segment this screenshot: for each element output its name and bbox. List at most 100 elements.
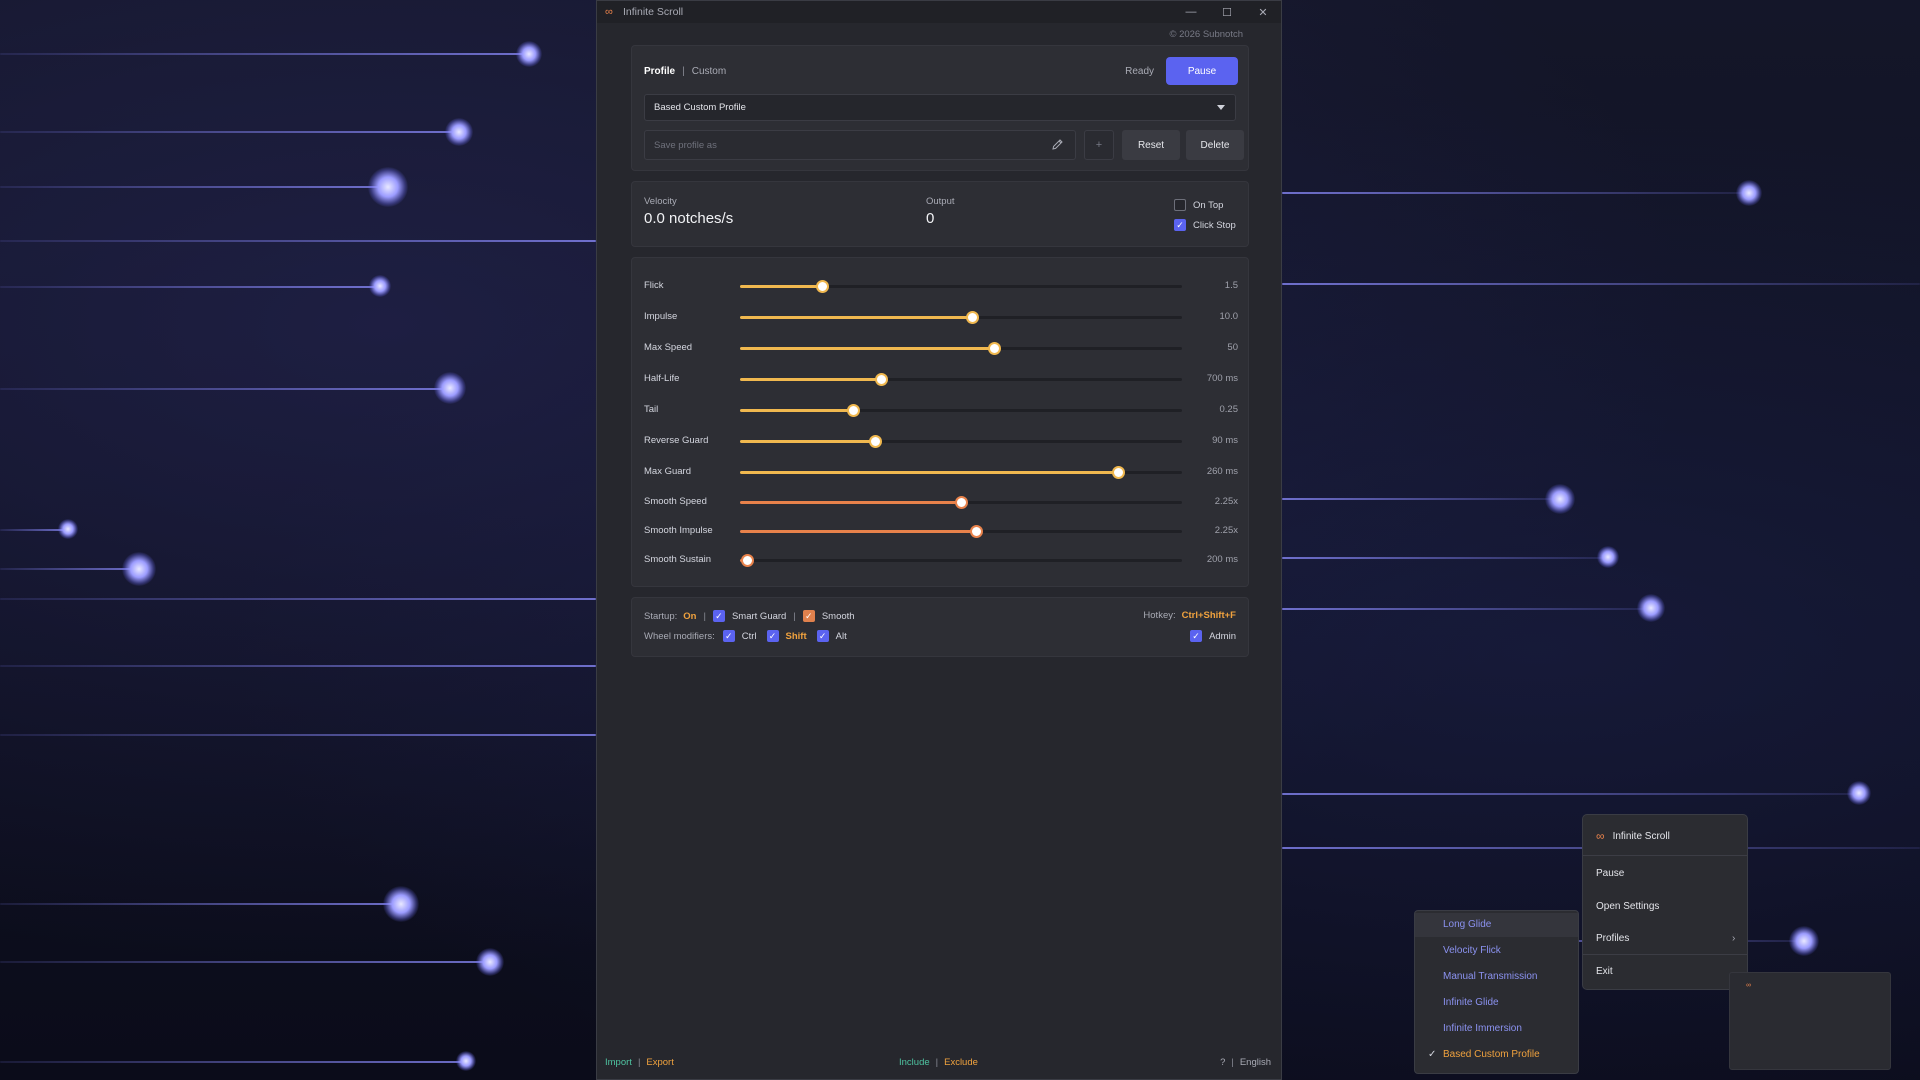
slider-track[interactable]	[740, 373, 1182, 386]
save-profile-placeholder: Save profile as	[654, 139, 717, 151]
pause-button[interactable]: Pause	[1166, 57, 1238, 85]
slider-label: Smooth Impulse	[644, 525, 713, 536]
infinity-icon: ∞	[605, 6, 613, 18]
include-link[interactable]: Include	[899, 1057, 930, 1068]
tray-context-menu: ∞ Infinite Scroll Pause Open Settings Pr…	[1582, 814, 1748, 990]
slider-thumb[interactable]	[740, 554, 754, 567]
alt-toggle[interactable]: ✓ Alt	[816, 630, 847, 642]
slider-value: 700 ms	[1206, 373, 1238, 384]
tray-item-profiles[interactable]: Profiles ›	[1596, 933, 1746, 944]
smart-guard-checkbox[interactable]: ✓	[712, 610, 725, 622]
slider-track[interactable]	[740, 280, 1182, 293]
close-button[interactable]: ✕	[1245, 1, 1281, 23]
slider-thumb[interactable]	[868, 435, 882, 448]
import-link[interactable]: Import	[605, 1057, 632, 1068]
slider-thumb[interactable]	[955, 496, 968, 509]
slider-value: 90 ms	[1212, 435, 1238, 446]
slider-track[interactable]	[740, 404, 1182, 417]
chevron-right-icon: ›	[1732, 933, 1736, 944]
slider-row-flick: Flick 1.5	[632, 274, 1250, 298]
hotkey-value[interactable]: Ctrl+Shift+F	[1182, 610, 1236, 621]
reset-button[interactable]: Reset	[1122, 130, 1180, 160]
window-title: Infinite Scroll	[623, 6, 684, 18]
footer: Import | Export Include | Exclude ? | En…	[605, 1057, 1271, 1068]
tray-item-open-settings[interactable]: Open Settings	[1596, 901, 1659, 912]
slider-track[interactable]	[740, 311, 1182, 324]
slider-row-max-speed: Max Speed 50	[632, 336, 1250, 360]
tray-app-icon[interactable]: ∞	[1746, 982, 1751, 989]
submenu-item-based-custom-profile[interactable]: ✓ Based Custom Profile	[1415, 1043, 1578, 1067]
slider-track[interactable]	[740, 342, 1182, 355]
save-profile-input[interactable]: Save profile as	[644, 130, 1076, 160]
click-stop-label: Click Stop	[1193, 219, 1236, 231]
slider-row-impulse: Impulse 10.0	[632, 305, 1250, 329]
smooth-checkbox[interactable]: ✓	[802, 610, 815, 622]
slider-thumb[interactable]	[815, 280, 829, 293]
profile-dropdown[interactable]: Based Custom Profile	[644, 94, 1236, 121]
smart-guard-label: Smart Guard	[731, 610, 787, 622]
on-top-toggle[interactable]: On Top	[1174, 199, 1223, 211]
submenu-item-velocity-flick[interactable]: Velocity Flick	[1415, 939, 1578, 963]
submenu-item-manual-transmission[interactable]: Manual Transmission	[1415, 965, 1578, 989]
maximize-button[interactable]: ☐	[1209, 1, 1245, 23]
submenu-item-long-glide[interactable]: Long Glide	[1415, 913, 1578, 937]
slider-thumb[interactable]	[988, 342, 1002, 355]
profile-dropdown-value: Based Custom Profile	[654, 102, 746, 113]
slider-track[interactable]	[740, 496, 1182, 509]
alt-checkbox[interactable]: ✓	[816, 630, 829, 642]
minimize-button[interactable]: —	[1173, 1, 1209, 23]
on-top-checkbox[interactable]	[1174, 199, 1186, 211]
infinity-icon: ∞	[1596, 829, 1605, 843]
language-link[interactable]: English	[1240, 1057, 1271, 1068]
slider-fill	[740, 501, 961, 504]
slider-label: Half-Life	[644, 373, 680, 384]
slider-value: 2.25x	[1214, 525, 1238, 536]
admin-toggle[interactable]: ✓ Admin	[1190, 630, 1236, 642]
checkmark-icon: ✓	[1428, 1049, 1437, 1060]
smart-guard-toggle[interactable]: ✓ Smart Guard	[712, 610, 787, 622]
status-text: Ready	[1125, 66, 1154, 77]
tray-item-pause[interactable]: Pause	[1596, 868, 1624, 879]
slider-label: Impulse	[644, 311, 678, 322]
tab-profile[interactable]: Profile	[644, 66, 675, 77]
click-stop-toggle[interactable]: ✓ Click Stop	[1174, 219, 1236, 231]
add-profile-button[interactable]: +	[1084, 130, 1114, 160]
slider-thumb[interactable]	[969, 525, 983, 538]
help-link[interactable]: ?	[1220, 1057, 1225, 1068]
pencil-icon[interactable]	[1051, 138, 1065, 152]
slider-track[interactable]	[740, 466, 1182, 479]
sliders-card: Flick 1.5 Impulse 10.0 Max Speed 50 Half-Life 7…	[631, 257, 1249, 587]
tab-custom[interactable]: Custom	[692, 66, 726, 77]
export-link[interactable]: Export	[646, 1057, 673, 1068]
title-bar[interactable]: ∞ Infinite Scroll — ☐ ✕	[597, 1, 1281, 23]
slider-fill	[740, 440, 875, 443]
slider-label: Reverse Guard	[644, 435, 709, 446]
hotkey-label: Hotkey:	[1143, 610, 1176, 621]
slider-thumb[interactable]	[966, 311, 980, 324]
exclude-link[interactable]: Exclude	[944, 1057, 978, 1068]
slider-fill	[740, 316, 973, 319]
slider-row-tail: Tail 0.25	[632, 398, 1250, 422]
delete-button[interactable]: Delete	[1186, 130, 1244, 160]
submenu-item-infinite-glide[interactable]: Infinite Glide	[1415, 991, 1578, 1015]
slider-thumb[interactable]	[846, 404, 860, 417]
slider-thumb[interactable]	[1111, 466, 1125, 479]
click-stop-checkbox[interactable]: ✓	[1174, 219, 1186, 231]
slider-track[interactable]	[740, 525, 1182, 538]
admin-checkbox[interactable]: ✓	[1190, 630, 1203, 642]
slider-label: Tail	[644, 404, 659, 415]
tray-menu-title: Infinite Scroll	[1612, 830, 1670, 842]
submenu-item-infinite-immersion[interactable]: Infinite Immersion	[1415, 1017, 1578, 1041]
smooth-toggle[interactable]: ✓ Smooth	[802, 610, 855, 622]
startup-value[interactable]: On	[683, 611, 696, 622]
ctrl-checkbox[interactable]: ✓	[722, 630, 735, 642]
ctrl-toggle[interactable]: ✓ Ctrl	[722, 630, 757, 642]
profiles-submenu: Long Glide Velocity Flick Manual Transmi…	[1414, 910, 1579, 1074]
slider-thumb[interactable]	[875, 373, 889, 386]
tray-item-exit[interactable]: Exit	[1596, 966, 1613, 977]
shift-toggle[interactable]: ✓ Shift	[766, 630, 807, 642]
slider-row-smooth-impulse: Smooth Impulse 2.25x	[632, 519, 1250, 543]
slider-track[interactable]	[740, 435, 1182, 448]
shift-checkbox[interactable]: ✓	[766, 630, 779, 642]
slider-track[interactable]	[740, 554, 1182, 567]
